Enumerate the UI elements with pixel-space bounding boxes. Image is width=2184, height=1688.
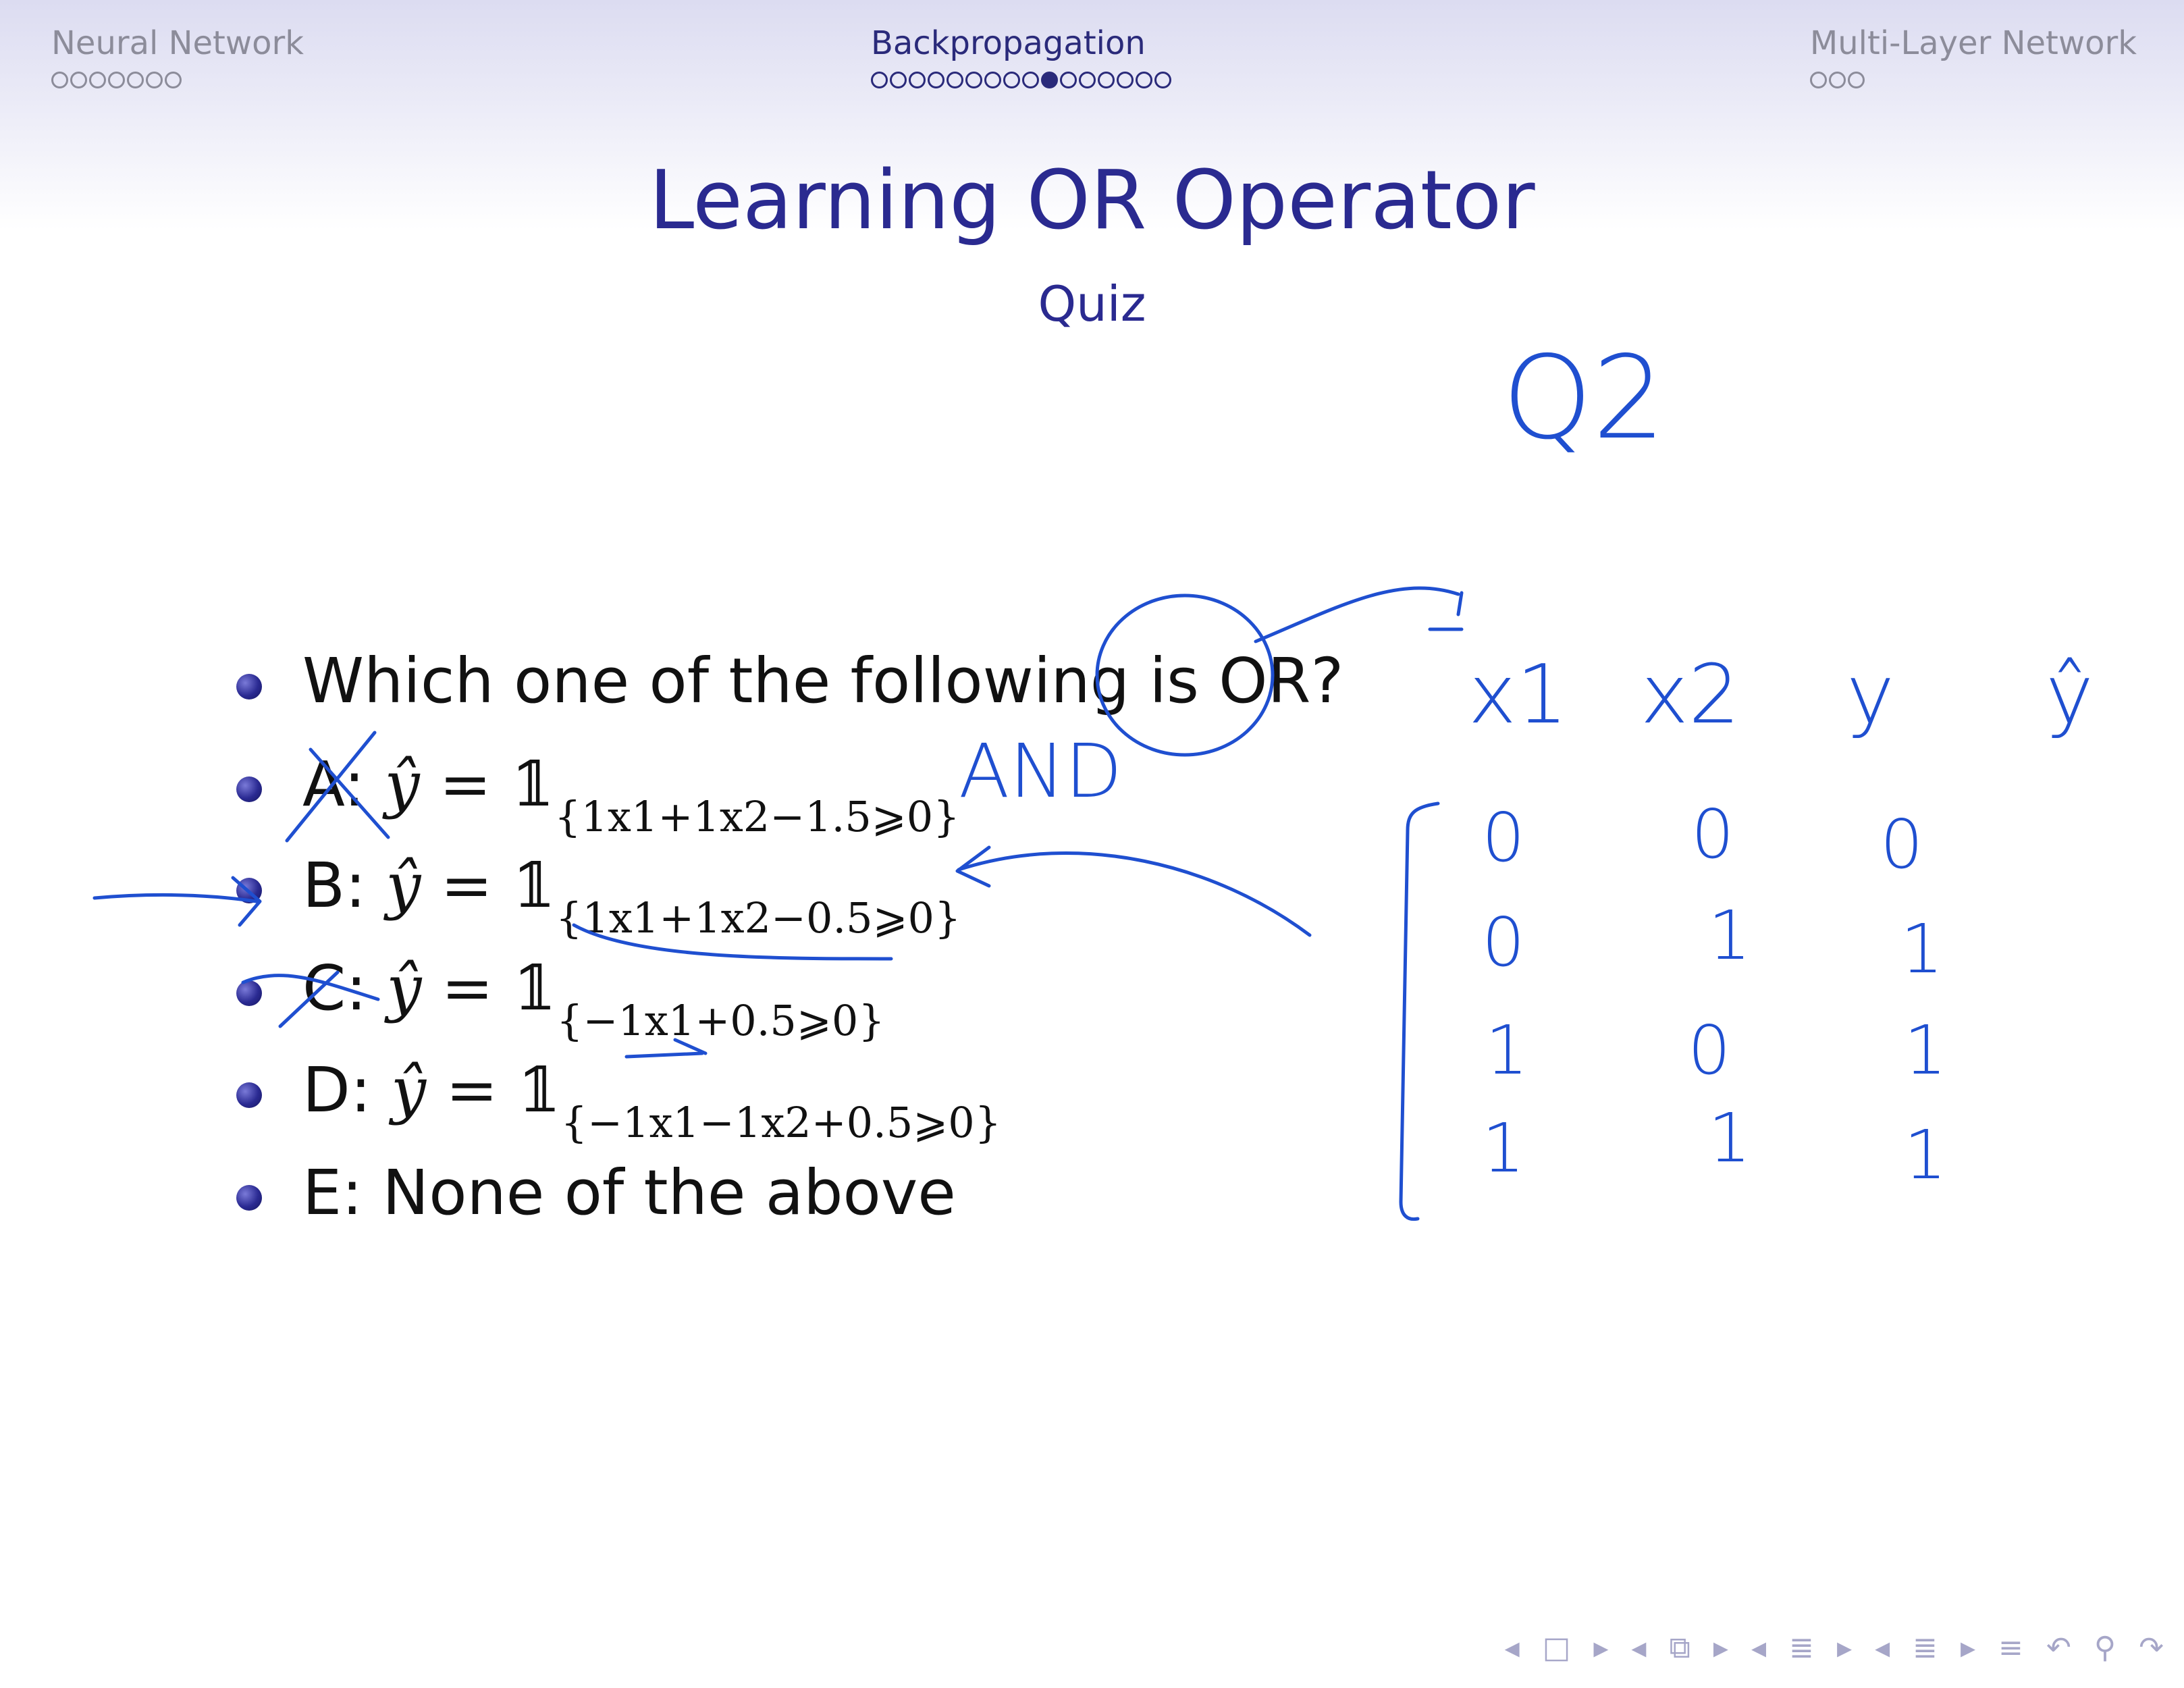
q2-label: Q2 bbox=[1502, 332, 1666, 465]
cross-out-c bbox=[241, 970, 380, 1028]
cell: 1 bbox=[1482, 1109, 1525, 1188]
search-icon[interactable]: ⚲ bbox=[2094, 1631, 2116, 1665]
cell: 0 bbox=[1880, 805, 1923, 884]
cell: 0 bbox=[1482, 798, 1525, 877]
next-frame-icon[interactable]: ▸ bbox=[1593, 1631, 1608, 1665]
cell: 1 bbox=[1904, 1011, 1947, 1090]
cell: 1 bbox=[1708, 1099, 1751, 1178]
ink-annotations: Q2 AND x1 x2 y ŷ 0 0 0 0 1 1 1 0 1 1 1 1 bbox=[92, 332, 2094, 1221]
prev-section-icon[interactable]: ◂ bbox=[1751, 1631, 1766, 1665]
truth-table-rows: 0 0 0 0 1 1 1 0 1 1 1 1 bbox=[1482, 795, 1947, 1194]
tick-mark bbox=[624, 1038, 708, 1059]
section-icon[interactable]: ≣ bbox=[1789, 1631, 1814, 1665]
cell: 0 bbox=[1482, 903, 1525, 982]
frame-icon[interactable]: □ bbox=[1543, 1631, 1571, 1665]
matrix-bracket bbox=[1399, 801, 1440, 1221]
truth-table-header: x1 x2 y ŷ bbox=[1468, 648, 2094, 742]
cell: 1 bbox=[1900, 909, 1944, 988]
cell: 1 bbox=[1485, 1011, 1528, 1090]
cross-out-a bbox=[285, 731, 390, 843]
cell: 1 bbox=[1904, 1115, 1947, 1194]
arrow-to-b bbox=[92, 893, 259, 903]
next-slide-icon[interactable]: ▸ bbox=[1961, 1631, 1975, 1665]
q2-handwriting: Q2 bbox=[1502, 332, 1666, 465]
next-subsection-icon[interactable]: ▸ bbox=[1713, 1631, 1728, 1665]
table-header-x2: x2 bbox=[1641, 648, 1740, 742]
and-note: AND bbox=[959, 728, 1122, 814]
or-circle-mark bbox=[1095, 594, 1275, 757]
cell: 0 bbox=[1688, 1011, 1731, 1090]
cell: 0 bbox=[1691, 795, 1734, 874]
cell: 1 bbox=[1708, 896, 1751, 975]
prev-frame-icon[interactable]: ◂ bbox=[1505, 1631, 1520, 1665]
back-icon[interactable]: ↶ bbox=[2046, 1631, 2071, 1665]
slide-icon[interactable]: ≣ bbox=[1913, 1631, 1938, 1665]
table-header-y-hat: ŷ bbox=[2046, 648, 2094, 742]
prev-subsection-icon[interactable]: ◂ bbox=[1631, 1631, 1646, 1665]
arrow-to-table bbox=[1254, 586, 1460, 643]
table-header-y: y bbox=[1846, 648, 1894, 742]
subsection-icon[interactable]: ⧉ bbox=[1670, 1631, 1690, 1665]
forward-icon[interactable]: ↷ bbox=[2139, 1631, 2164, 1665]
next-section-icon[interactable]: ▸ bbox=[1837, 1631, 1852, 1665]
toc-icon[interactable]: ≡ bbox=[1998, 1631, 2023, 1665]
prev-slide-icon[interactable]: ◂ bbox=[1875, 1631, 1890, 1665]
beamer-navigation: ◂ □ ▸ ◂ ⧉ ▸ ◂ ≣ ▸ ◂ ≣ ▸ ≡ ↶ ⚲ ↷ bbox=[1505, 1627, 2164, 1668]
table-header-x1: x1 bbox=[1468, 648, 1568, 742]
arrowhead bbox=[1428, 591, 1464, 631]
underline-b bbox=[572, 923, 893, 961]
arrow-table-to-b bbox=[957, 851, 1312, 937]
